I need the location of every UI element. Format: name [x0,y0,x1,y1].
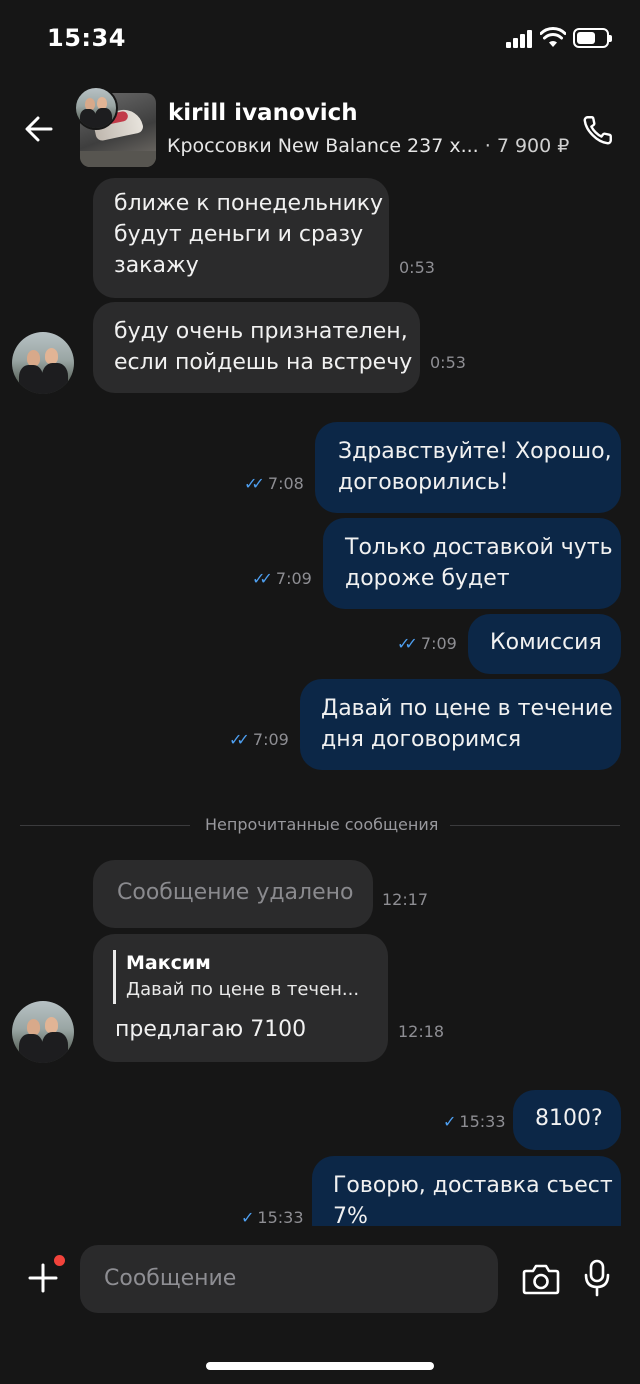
outgoing-message[interactable]: Только доставкой чуть дороже будет [323,518,621,609]
unread-divider: Непрочитанные сообщения [205,815,439,834]
outgoing-message[interactable]: Давай по цене в течение дня договоримся [300,679,621,770]
divider-line [20,825,190,826]
message-text: 8100? [535,1106,603,1131]
message-time: 12:17 [382,890,429,909]
message-text: Только доставкой чуть дороже будет [345,535,613,591]
product-price: · 7 900 ₽ [484,135,570,157]
message-text: Говорю, доставка съест 7% [333,1173,613,1229]
message-time: 0:53 [399,258,435,277]
message-status: ✓✓ 7:09 [229,730,289,749]
message-text: Давай по цене в течение дня договоримся [321,696,613,752]
product-subtitle[interactable]: Кроссовки New Balance 237 х... · 7 900 ₽ [167,135,569,157]
message-text: Здравствуйте! Хорошо, договорились! [338,439,612,495]
message-time: 12:18 [398,1022,445,1041]
outgoing-message[interactable]: 8100? [513,1090,621,1150]
message-status: ✓✓ 7:08 [244,474,304,493]
outgoing-message[interactable]: Комиссия [468,614,621,674]
message-text: ближе к понедельнику будут деньги и сраз… [114,191,384,278]
microphone-icon[interactable] [583,1259,611,1297]
contact-name[interactable]: kirill ivanovich [168,100,358,126]
message-text: предлагаю 7100 [115,1017,307,1042]
check-icon: ✓ [443,1112,457,1131]
outgoing-message[interactable]: Здравствуйте! Хорошо, договорились! [315,422,621,513]
sender-avatar[interactable] [12,332,74,394]
message-status: ✓✓ 7:09 [252,569,312,588]
incoming-message[interactable]: ближе к понедельнику будут деньги и сраз… [93,178,389,298]
quoted-reply[interactable]: Максим Давай по цене в течен... [113,950,359,1004]
message-text: буду очень признателен, если пойдешь на … [114,319,413,375]
double-check-icon: ✓✓ [244,474,265,493]
double-check-icon: ✓✓ [229,730,250,749]
wifi-icon [540,27,566,47]
double-check-icon: ✓✓ [397,634,418,653]
back-arrow-icon[interactable] [24,114,54,144]
reply-author: Максим [126,952,211,974]
divider-line [450,825,620,826]
message-status: ✓ 15:33 [443,1112,506,1131]
camera-icon[interactable] [522,1262,560,1296]
message-text: Сообщение удалено [117,880,354,905]
reply-text: Давай по цене в течен... [126,979,360,1000]
phone-call-icon[interactable] [580,112,616,148]
battery-icon [573,28,612,48]
double-check-icon: ✓✓ [252,569,273,588]
message-text: Комиссия [490,630,602,655]
message-time: 0:53 [430,353,466,372]
message-input[interactable]: Сообщение [80,1245,498,1313]
product-title: Кроссовки New Balance 237 х... [167,135,479,157]
deleted-message[interactable]: Сообщение удалено [93,860,373,928]
status-time: 15:34 [47,24,126,52]
incoming-message[interactable]: буду очень признателен, если пойдешь на … [93,302,420,393]
incoming-reply-message[interactable]: Максим Давай по цене в течен... предлага… [93,934,388,1062]
message-status: ✓ 15:33 [241,1208,304,1227]
sender-avatar[interactable] [12,1001,74,1063]
attach-plus-icon[interactable] [26,1261,60,1295]
cellular-signal-icon [506,30,534,48]
home-indicator [206,1362,434,1370]
check-icon: ✓ [241,1208,255,1227]
message-status: ✓✓ 7:09 [397,634,457,653]
notification-dot [54,1255,65,1266]
seller-avatar[interactable] [74,86,118,130]
